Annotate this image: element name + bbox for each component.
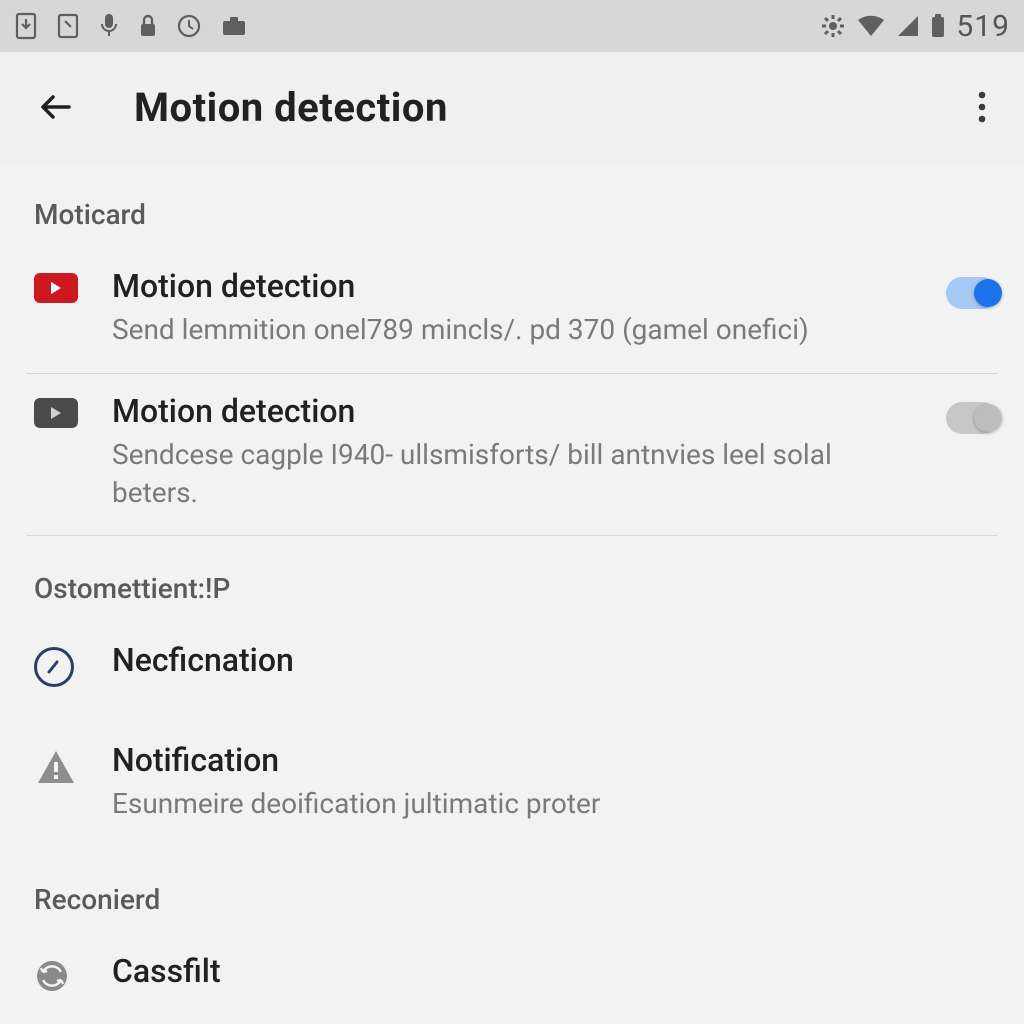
page-title: Motion detection — [134, 84, 448, 131]
download-icon — [14, 12, 38, 40]
status-bar: 519 — [0, 0, 1024, 52]
row-title: Notification — [112, 741, 908, 779]
row-necficnation[interactable]: Necficnation — [0, 623, 1024, 711]
more-vert-icon — [978, 91, 986, 123]
compass-circle-icon — [34, 647, 74, 687]
row-cassfilt[interactable]: Cassfilt — [0, 934, 1024, 1020]
leading-icon-container — [34, 392, 92, 428]
app-bar: Motion detection — [0, 52, 1024, 162]
row-title: Motion detection — [112, 392, 908, 430]
globe-sync-icon — [34, 958, 70, 994]
back-button[interactable] — [34, 85, 78, 129]
mic-icon — [98, 12, 120, 40]
cellular-signal-icon — [896, 14, 920, 38]
toggle-motion-secondary[interactable] — [946, 402, 998, 434]
row-notification[interactable]: Notification Esunmeire deoification jult… — [0, 711, 1024, 847]
battery-icon — [930, 13, 946, 39]
section-header-ostomettient: Ostomettient:!P — [0, 536, 1024, 623]
row-subtitle: Esunmeire deoification jultimatic proter — [112, 785, 908, 823]
section-header-moticard: Moticard — [0, 162, 1024, 249]
status-time: 519 — [956, 9, 1010, 44]
overflow-menu-button[interactable] — [960, 85, 1004, 129]
row-title: Cassfilt — [112, 952, 908, 990]
row-motion-detection-secondary[interactable]: Motion detection Sendcese cagple I940- u… — [0, 374, 1024, 536]
row-title: Motion detection — [112, 267, 908, 305]
leading-icon-container — [34, 741, 92, 787]
card-icon — [56, 12, 80, 40]
leading-icon-container — [34, 952, 92, 994]
lock-icon — [138, 13, 158, 39]
video-red-icon — [34, 273, 78, 303]
status-right-icons: 519 — [820, 9, 1010, 44]
arrow-back-icon — [37, 88, 75, 126]
row-subtitle: Send lemmition onel789 mincls/. pd 370 (… — [112, 311, 908, 349]
wifi-icon — [856, 14, 886, 38]
section-header-reconierd: Reconierd — [0, 847, 1024, 934]
leading-icon-container — [34, 267, 92, 303]
status-left-icons — [14, 12, 248, 40]
row-subtitle: Sendcese cagple I940- ullsmisforts/ bill… — [112, 436, 908, 512]
video-grey-icon — [34, 398, 78, 428]
settings-content: Moticard Motion detection Send lemmition… — [0, 162, 1024, 1020]
leading-icon-container — [34, 641, 92, 687]
briefcase-icon — [220, 14, 248, 38]
row-motion-detection-primary[interactable]: Motion detection Send lemmition onel789 … — [0, 249, 1024, 373]
warning-triangle-icon — [34, 747, 78, 787]
clock-icon — [176, 13, 202, 39]
row-title: Necficnation — [112, 641, 908, 679]
settings-gear-icon — [820, 13, 846, 39]
toggle-motion-primary[interactable] — [946, 277, 998, 309]
